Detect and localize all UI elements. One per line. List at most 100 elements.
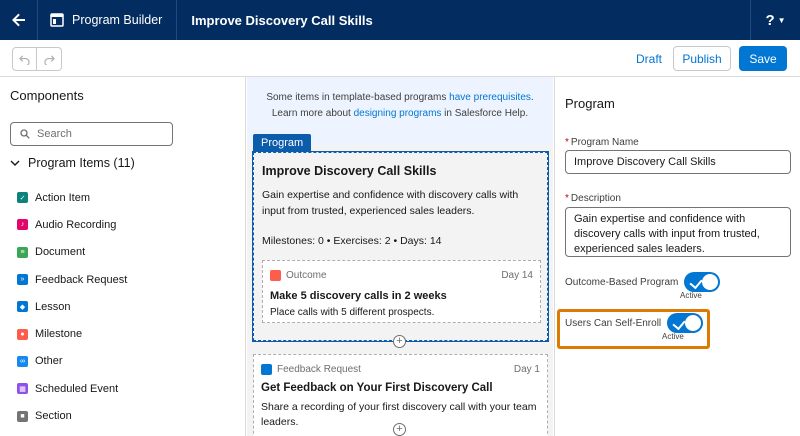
calendar-icon: ▦ xyxy=(17,383,28,395)
app-name-label: Program Builder xyxy=(72,13,163,27)
outcome-day: Day 14 xyxy=(501,270,533,281)
component-label: Document xyxy=(35,246,86,259)
component-lesson[interactable]: ◆ Lesson xyxy=(17,293,127,320)
component-label: Lesson xyxy=(35,300,71,313)
component-label: Scheduled Event xyxy=(35,382,119,395)
feedback-title: Get Feedback on Your First Discovery Cal… xyxy=(261,382,493,394)
component-label: Milestone xyxy=(35,328,83,341)
feedback-type: Feedback Request xyxy=(277,364,361,375)
designing-programs-link[interactable]: designing programs xyxy=(354,108,442,119)
description-label: * Description xyxy=(565,193,621,204)
program-name-label: * Program Name xyxy=(565,137,639,148)
component-list: ✓ Action Item ♪ Audio Recording ≡ Document … xyxy=(17,184,127,430)
program-tab: Program xyxy=(253,134,312,152)
app-name: Program Builder xyxy=(38,0,178,40)
program-items-toggle[interactable]: Program Items (11) xyxy=(10,156,135,170)
component-milestone[interactable]: ● Milestone xyxy=(17,320,127,347)
builder-toolbar: Draft Publish Save xyxy=(0,40,800,77)
add-item-button[interactable]: + xyxy=(393,335,406,348)
outcome-based-toggle-row: Outcome-Based Program xyxy=(565,272,721,292)
program-card-title: Improve Discovery Call Skills xyxy=(262,164,437,178)
description-field[interactable]: Gain expertise and confidence with disco… xyxy=(565,207,791,257)
component-label: Section xyxy=(35,410,72,423)
draft-status: Draft xyxy=(636,52,663,66)
component-label: Feedback Request xyxy=(35,273,128,286)
component-document[interactable]: ≡ Document xyxy=(17,239,127,266)
components-title: Components xyxy=(10,88,84,103)
component-action-item[interactable]: ✓ Action Item xyxy=(17,184,127,211)
help-icon: ? xyxy=(765,11,775,29)
outcome-based-state: Active xyxy=(680,291,702,300)
headphones-icon: ♪ xyxy=(17,219,28,231)
outcome-based-toggle[interactable] xyxy=(684,272,721,292)
undo-icon xyxy=(19,54,30,65)
redo-button[interactable] xyxy=(37,47,62,71)
chevron-down-icon: ▼ xyxy=(777,15,786,25)
component-label: Audio Recording xyxy=(35,218,117,231)
component-other[interactable]: ∞ Other xyxy=(17,348,127,375)
feedback-tag: Feedback Request xyxy=(261,364,361,375)
notice-text: in Salesforce Help. xyxy=(441,108,529,119)
program-canvas: Some items in template-based programs ha… xyxy=(247,77,553,436)
required-indicator: * xyxy=(565,193,569,204)
chevron-down-icon xyxy=(10,160,20,166)
search-icon xyxy=(20,129,30,139)
program-name-field[interactable]: Improve Discovery Call Skills xyxy=(565,150,791,174)
link-icon: ∞ xyxy=(17,355,28,367)
outcome-tag: Outcome xyxy=(270,270,327,281)
notice-line-1: Some items in template-based programs ha… xyxy=(247,90,553,106)
notice-text: . xyxy=(530,92,534,103)
program-builder-icon xyxy=(50,13,64,27)
program-name-label-text: Program Name xyxy=(570,137,639,148)
component-audio-recording[interactable]: ♪ Audio Recording xyxy=(17,211,127,238)
program-card[interactable]: Improve Discovery Call Skills Gain exper… xyxy=(253,152,548,341)
prerequisites-link[interactable]: have prerequisites xyxy=(449,92,531,103)
outcome-subtitle: Place calls with 5 different prospects. xyxy=(270,307,435,318)
save-button[interactable]: Save xyxy=(739,46,787,71)
page-title: Improve Discovery Call Skills xyxy=(191,12,373,28)
redo-icon xyxy=(43,54,55,65)
component-label: Action Item xyxy=(35,191,91,204)
undo-button[interactable] xyxy=(12,47,37,71)
feedback-icon: » xyxy=(17,274,28,286)
outcome-icon xyxy=(270,270,281,281)
plus-icon: + xyxy=(396,335,403,347)
component-scheduled-event[interactable]: ▦ Scheduled Event xyxy=(17,375,127,402)
feedback-day: Day 1 xyxy=(513,364,540,375)
component-section[interactable]: ■ Section xyxy=(17,402,127,429)
add-item-button[interactable]: + xyxy=(393,423,406,436)
lesson-icon: ◆ xyxy=(17,301,28,313)
feedback-icon xyxy=(261,364,272,375)
notice-text: Learn more about xyxy=(271,108,354,119)
outcome-title: Make 5 discovery calls in 2 weeks xyxy=(270,290,447,302)
program-items-label: Program Items (11) xyxy=(28,156,135,170)
outcome-card[interactable]: Outcome Day 14 Make 5 discovery calls in… xyxy=(262,260,541,323)
notice-line-2: Learn more about designing programs in S… xyxy=(247,106,553,122)
outcome-type: Outcome xyxy=(286,270,327,281)
outcome-based-label: Outcome-Based Program xyxy=(565,276,679,288)
description-label-text: Description xyxy=(570,193,621,204)
search-input[interactable]: Search xyxy=(10,122,173,146)
undo-redo-group xyxy=(12,47,62,71)
self-enroll-highlight xyxy=(557,309,710,349)
section-icon: ■ xyxy=(17,410,28,422)
publish-button[interactable]: Publish xyxy=(673,46,731,71)
help-menu-button[interactable]: ? ▼ xyxy=(750,0,800,40)
document-icon: ≡ xyxy=(17,246,28,258)
back-button[interactable] xyxy=(0,0,38,40)
properties-title: Program xyxy=(565,96,615,111)
arrow-left-icon xyxy=(11,13,25,27)
search-placeholder: Search xyxy=(37,128,72,140)
required-indicator: * xyxy=(565,137,569,148)
component-label: Other xyxy=(35,355,63,368)
component-feedback-request[interactable]: » Feedback Request xyxy=(17,266,127,293)
global-header: Program Builder Improve Discovery Call S… xyxy=(0,0,800,40)
notice-text: Some items in template-based programs xyxy=(266,92,450,103)
program-card-meta: Milestones: 0 • Exercises: 2 • Days: 14 xyxy=(262,235,442,247)
program-card-description: Gain expertise and confidence with disco… xyxy=(262,189,519,217)
properties-panel: Program * Program Name Improve Discovery … xyxy=(554,77,800,436)
plus-icon: + xyxy=(396,423,403,435)
action-item-icon: ✓ xyxy=(17,192,28,204)
components-panel: Components Search Program Items (11) ✓ Ac… xyxy=(0,77,246,436)
milestone-icon: ● xyxy=(17,328,28,340)
